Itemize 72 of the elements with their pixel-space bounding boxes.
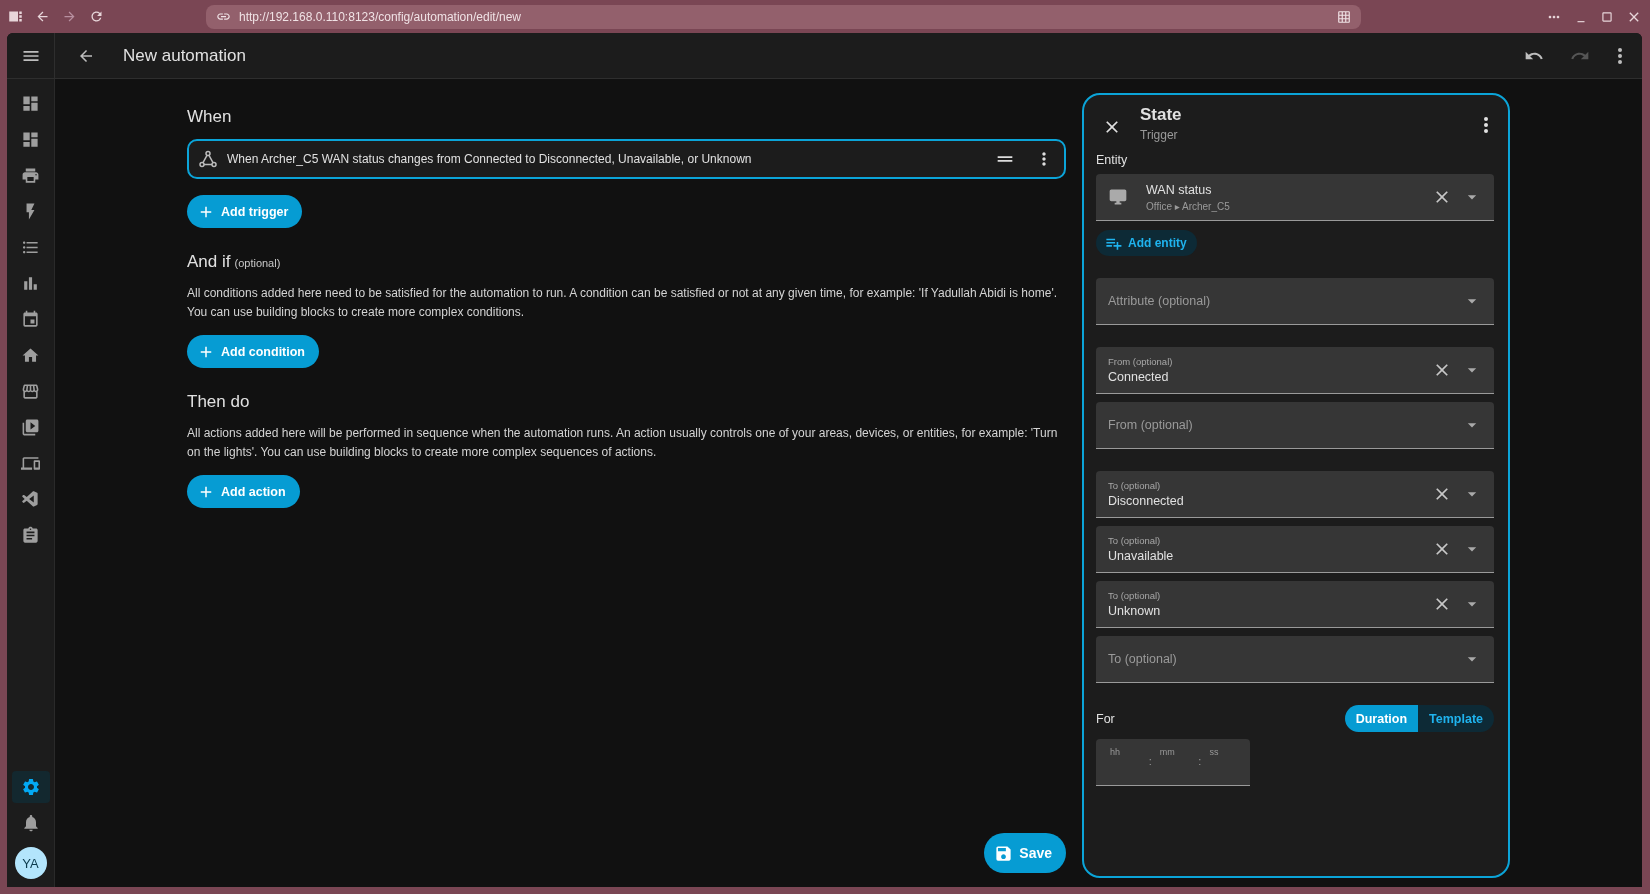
add-entity-button[interactable]: Add entity	[1096, 230, 1197, 256]
field-placeholder: From (optional)	[1108, 418, 1194, 432]
dropdown-field[interactable]: Attribute (optional)	[1096, 278, 1494, 325]
entity-path: Office ▸ Archer_C5	[1146, 200, 1231, 212]
save-button[interactable]: Save	[984, 833, 1066, 873]
section-title: Then do	[187, 392, 250, 412]
dropdown-field[interactable]: From (optional)	[1096, 402, 1494, 449]
entity-name: WAN status	[1146, 182, 1213, 197]
field-value: Disconnected	[1108, 494, 1185, 508]
field-value: Connected	[1108, 370, 1170, 384]
save-icon	[994, 843, 1014, 863]
calendar-icon	[21, 309, 40, 329]
add-button[interactable]: Add action	[187, 475, 300, 508]
trigger-card[interactable]: When Archer_C5 WAN status changes from Connected to Disconnected, Unavailable, or Unknown	[187, 139, 1066, 179]
panel-subtitle: Trigger	[1140, 128, 1179, 142]
optional-note: (optional)	[234, 257, 281, 269]
monitor-icon	[1108, 187, 1128, 207]
house-icon	[21, 345, 40, 365]
time-placeholder: ss	[1209, 747, 1220, 759]
more-options-icon	[1484, 117, 1488, 133]
duration-field[interactable]: hh : mm : ss	[1096, 739, 1250, 786]
sidebar-item[interactable]	[11, 771, 50, 803]
settings-icon	[20, 777, 41, 797]
dropdown-field[interactable]: To (optional)	[1096, 636, 1494, 683]
sidebar-toggle-icon[interactable]	[8, 9, 23, 24]
dropdown-field[interactable]: To (optional) Unavailable	[1096, 526, 1494, 573]
dropdown-field[interactable]: To (optional) Unknown	[1096, 581, 1494, 628]
mode-toggle[interactable]: Template	[1418, 705, 1494, 732]
url-text: http://192.168.0.110:8123/config/automation/edit/new	[239, 9, 522, 24]
section-description: All conditions added here need to be satisfied for the automation to run. A condition can be satisfied or not at any given time, for example: 'If Yadullah Abidi is home'. You can use building blocks to create more complex conditions.	[187, 285, 1058, 321]
field-label: From (optional)	[1108, 356, 1174, 367]
reload-icon[interactable]	[89, 9, 104, 24]
time-placeholder: mm	[1159, 747, 1176, 759]
user-avatar[interactable]: YA	[14, 847, 47, 879]
video-library-icon	[21, 417, 40, 437]
time-separator: :	[1148, 755, 1152, 769]
dropdown-field[interactable]: To (optional) Disconnected	[1096, 471, 1494, 518]
code-editor-icon	[21, 489, 40, 509]
dropdown-field[interactable]: From (optional) Connected	[1096, 347, 1494, 394]
time-separator: :	[1198, 755, 1202, 769]
mode-toggle[interactable]: Duration	[1344, 705, 1419, 732]
field-label: To (optional)	[1108, 590, 1162, 601]
reader-icon[interactable]	[1337, 9, 1351, 24]
back-icon[interactable]	[35, 9, 50, 24]
dashboard-icon	[21, 129, 40, 149]
maximize-icon[interactable]	[1600, 9, 1614, 24]
add-button[interactable]: Add trigger	[187, 195, 303, 228]
graph-nodes-icon	[199, 150, 217, 168]
entity-label: Entity	[1096, 153, 1129, 167]
page-title: New automation	[123, 45, 247, 66]
field-label: To (optional)	[1108, 480, 1162, 491]
printer-icon	[21, 165, 40, 185]
dashboard-icon	[21, 93, 40, 113]
more-options-icon	[1618, 47, 1622, 64]
time-placeholder: hh	[1110, 747, 1121, 759]
address-bar[interactable]: http://192.168.0.110:8123/config/automation/edit/new	[206, 4, 1361, 29]
panel-title: State	[1140, 105, 1183, 125]
for-label: For	[1096, 711, 1115, 726]
add-button[interactable]: Add condition	[187, 335, 319, 368]
trigger-summary: When Archer_C5 WAN status changes from Connected to Disconnected, Unavailable, or Unknown	[227, 152, 753, 166]
field-value: Unknown	[1108, 604, 1162, 618]
entity-field[interactable]: WAN status Office ▸ Archer_C5	[1096, 174, 1494, 221]
field-value: Unavailable	[1108, 549, 1175, 563]
section-title: And if	[187, 252, 231, 272]
field-label: To (optional)	[1108, 535, 1162, 546]
clipboard-icon	[21, 525, 40, 545]
store-icon	[21, 381, 40, 401]
field-placeholder: To (optional)	[1108, 652, 1178, 666]
forward-icon[interactable]	[62, 9, 77, 24]
section-title: When	[187, 107, 232, 127]
field-placeholder: Attribute (optional)	[1108, 294, 1212, 308]
section-description: All actions added here will be performed in sequence when the automation runs. An action usually controls one of your areas, devices, or entities, for example: 'Turn on the lights'. You can use building blocks to create more complex sequences of actions.	[187, 425, 1059, 461]
